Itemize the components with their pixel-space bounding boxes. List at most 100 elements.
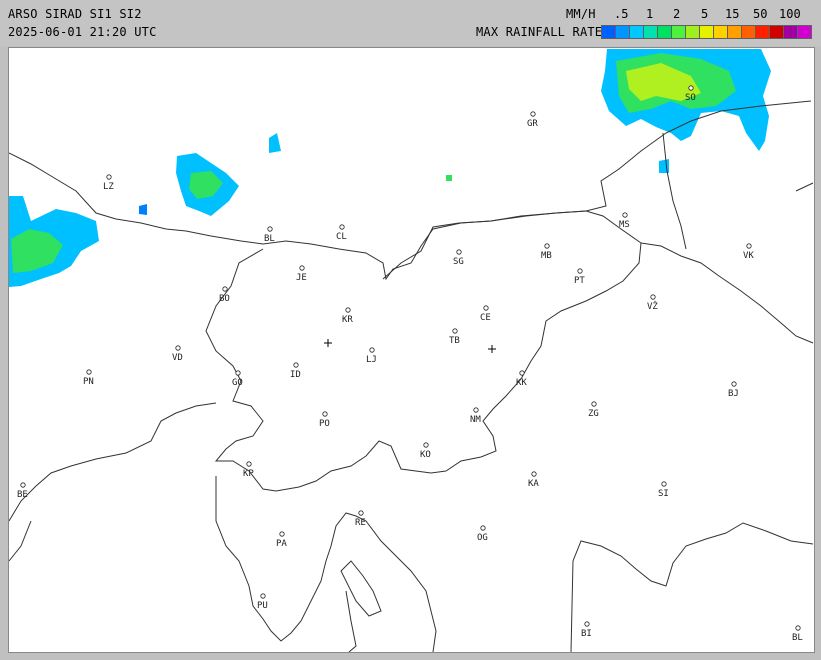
city-label: CE xyxy=(480,313,491,323)
scale-tick: 100 xyxy=(779,7,801,21)
city-dot xyxy=(175,345,181,351)
city-label: VK xyxy=(743,251,754,261)
scale-swatch xyxy=(741,25,756,39)
city-marker-pa: PA xyxy=(276,531,287,549)
city-dot xyxy=(661,481,667,487)
city-dot xyxy=(483,305,489,311)
city-dot xyxy=(544,243,550,249)
map-svg: GR SO LZ BL CL MS MB SG JE PT VK BO KR CE VŽ TB VD LJ PN ID… xyxy=(9,49,814,652)
city-dot xyxy=(531,471,537,477)
city-marker-cl: CL xyxy=(336,224,347,242)
city-dot xyxy=(106,174,112,180)
city-label: KA xyxy=(528,479,539,489)
border-hungary-austria xyxy=(662,132,687,250)
island-cres xyxy=(345,590,357,652)
unit-label: MM/H xyxy=(566,7,596,21)
city-label: BO xyxy=(219,294,230,304)
scale-swatch xyxy=(601,25,616,39)
city-marker-ce: CE xyxy=(480,305,491,323)
city-dot xyxy=(260,593,266,599)
scale-swatch xyxy=(629,25,644,39)
scale-tick: 1 xyxy=(646,7,654,21)
city-dot xyxy=(452,328,458,334)
city-dot xyxy=(473,407,479,413)
precip-cell-small-2 xyxy=(139,204,147,215)
city-marker-sg: SG xyxy=(453,249,464,267)
city-marker-bl: BL xyxy=(264,226,275,244)
scale-swatch xyxy=(657,25,672,39)
scale-swatch xyxy=(615,25,630,39)
city-marker-id: ID xyxy=(290,362,301,380)
city-label: KP xyxy=(243,469,254,479)
coast-istria-west xyxy=(9,402,217,522)
coast-italy-west xyxy=(9,520,32,562)
city-label: OG xyxy=(477,533,488,543)
city-label: CL xyxy=(336,232,347,242)
city-dot xyxy=(222,286,228,292)
header-bar: ARSO SIRAD SI1 SI2 2025-06-01 21:20 UTC … xyxy=(0,0,821,46)
map-panel[interactable]: GR SO LZ BL CL MS MB SG JE PT VK BO KR CE VŽ TB VD LJ PN ID… xyxy=(8,47,815,653)
precip-cell-small-1 xyxy=(269,133,281,153)
city-marker-je: JE xyxy=(296,265,307,283)
city-marker-si: SI xyxy=(658,481,669,499)
scale-swatch xyxy=(727,25,742,39)
city-label: KR xyxy=(342,315,353,325)
scale-swatch xyxy=(755,25,770,39)
scale-tick: 2 xyxy=(673,7,681,21)
city-dot xyxy=(577,268,583,274)
city-label: KK xyxy=(516,378,527,388)
radar-sites xyxy=(324,339,496,353)
color-scale xyxy=(601,25,812,39)
scale-swatch xyxy=(643,25,658,39)
city-label: SI xyxy=(658,489,669,499)
scale-tick: .5 xyxy=(614,7,629,21)
city-dot xyxy=(423,442,429,448)
radar-site-icon xyxy=(488,345,496,353)
scale-swatch xyxy=(671,25,686,39)
city-dot xyxy=(358,510,364,516)
city-dot xyxy=(293,362,299,368)
city-marker-gr: GR xyxy=(527,111,538,129)
city-marker-vž: VŽ xyxy=(647,294,658,312)
city-label: PU xyxy=(257,601,268,611)
city-label: VD xyxy=(172,353,183,363)
city-dot xyxy=(746,243,752,249)
city-marker-ko: KO xyxy=(420,442,431,460)
scale-swatch xyxy=(797,25,812,39)
city-marker-po: PO xyxy=(319,411,330,429)
city-marker-kr: KR xyxy=(342,307,353,325)
scale-swatch xyxy=(713,25,728,39)
city-label: KO xyxy=(420,450,431,460)
city-label: LZ xyxy=(103,182,114,192)
city-label: BL xyxy=(264,234,275,244)
city-marker-lj: LJ xyxy=(366,347,377,365)
boundary-layer xyxy=(9,100,814,652)
city-marker-tb: TB xyxy=(449,328,460,346)
city-dot xyxy=(688,85,694,91)
city-markers: GR SO LZ BL CL MS MB SG JE PT VK BO KR CE VŽ TB VD LJ PN ID… xyxy=(17,85,803,643)
city-dot xyxy=(480,525,486,531)
scale-tick: 5 xyxy=(701,7,709,21)
border-croatia-hungary xyxy=(640,242,814,344)
coast-istria xyxy=(215,476,437,652)
city-dot xyxy=(584,621,590,627)
border-hungary-east xyxy=(795,182,814,192)
city-dot xyxy=(322,411,328,417)
city-dot xyxy=(345,307,351,313)
city-label: BJ xyxy=(728,389,739,399)
city-marker-pu: PU xyxy=(257,593,268,611)
city-label: NM xyxy=(470,415,481,425)
city-label: SO xyxy=(685,93,696,103)
scale-swatch xyxy=(783,25,798,39)
city-dot xyxy=(519,370,525,376)
city-label: SG xyxy=(453,257,464,267)
city-marker-kk: KK xyxy=(516,370,527,388)
radar-site-icon xyxy=(324,339,332,347)
island-krk xyxy=(340,560,382,617)
city-marker-ka: KA xyxy=(528,471,539,489)
city-marker-ms: MS xyxy=(619,212,630,230)
product-title: ARSO SIRAD SI1 SI2 xyxy=(8,7,142,21)
city-label: PN xyxy=(83,377,94,387)
city-label: BE xyxy=(17,490,28,500)
city-label: BI xyxy=(581,629,592,639)
